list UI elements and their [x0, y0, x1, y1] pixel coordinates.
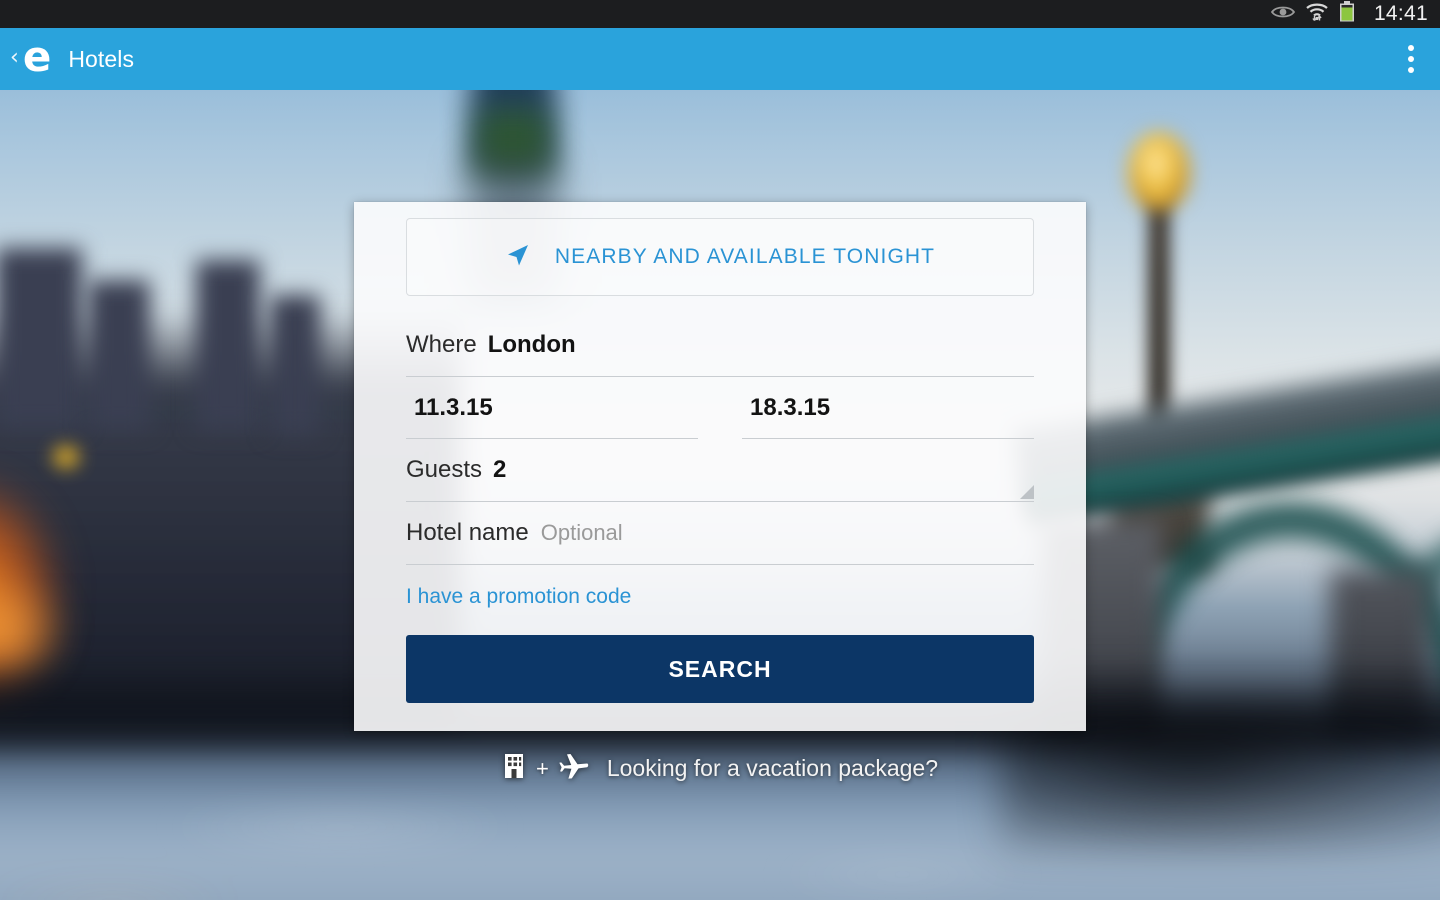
where-value: London [487, 331, 576, 358]
hotel-name-field[interactable]: Hotel name Optional [406, 502, 1034, 565]
nearby-button-label: NEARBY AND AVAILABLE TONIGHT [554, 245, 936, 268]
nearby-available-tonight-button[interactable]: NEARBY AND AVAILABLE TONIGHT [406, 218, 1034, 296]
promotion-code-link[interactable]: I have a promotion code [406, 585, 631, 609]
page-title: Hotels [68, 45, 135, 72]
vacation-package-link[interactable]: + Looking for a vacation package? [0, 752, 1440, 785]
plus-sign: + [535, 755, 549, 781]
check-out-date-value: 18.3.15 [750, 393, 831, 421]
status-bar: 14:41 [0, 0, 1440, 28]
where-label: Where [406, 331, 477, 358]
check-in-date-field[interactable]: 11.3.15 [406, 377, 698, 439]
eye-icon [1270, 4, 1296, 25]
navigation-arrow-icon [505, 242, 531, 273]
app-screen: 14:41 ‹ e Hotels NEARBY AND AVAILABLE TO… [0, 0, 1440, 900]
vacation-package-label: Looking for a vacation package? [606, 755, 939, 781]
hotel-name-placeholder: Optional [540, 520, 623, 545]
where-field[interactable]: Where London [406, 314, 1034, 377]
guests-label: Guests [406, 456, 483, 483]
battery-icon [1339, 0, 1355, 28]
check-in-date-value: 11.3.15 [414, 393, 493, 421]
search-button[interactable]: SEARCH [406, 635, 1034, 703]
app-bar: ‹ e Hotels [0, 28, 1440, 90]
guests-value: 2 [493, 456, 507, 483]
date-row: 11.3.15 18.3.15 [406, 377, 1034, 439]
hotel-building-icon [502, 752, 526, 785]
status-time: 14:41 [1373, 2, 1428, 25]
guests-field[interactable]: Guests 2 [406, 439, 1034, 502]
hotel-name-label: Hotel name [406, 519, 529, 546]
overflow-menu-icon[interactable] [1398, 37, 1424, 81]
airplane-icon [559, 752, 589, 785]
back-chevron-icon[interactable]: ‹ [6, 41, 21, 77]
wifi-icon [1305, 2, 1329, 27]
check-out-date-field[interactable]: 18.3.15 [742, 377, 1034, 439]
chevron-down-icon[interactable] [1020, 485, 1034, 499]
hotel-search-card: NEARBY AND AVAILABLE TONIGHT Where Londo… [354, 202, 1086, 731]
expedia-logo[interactable]: e [23, 36, 51, 78]
